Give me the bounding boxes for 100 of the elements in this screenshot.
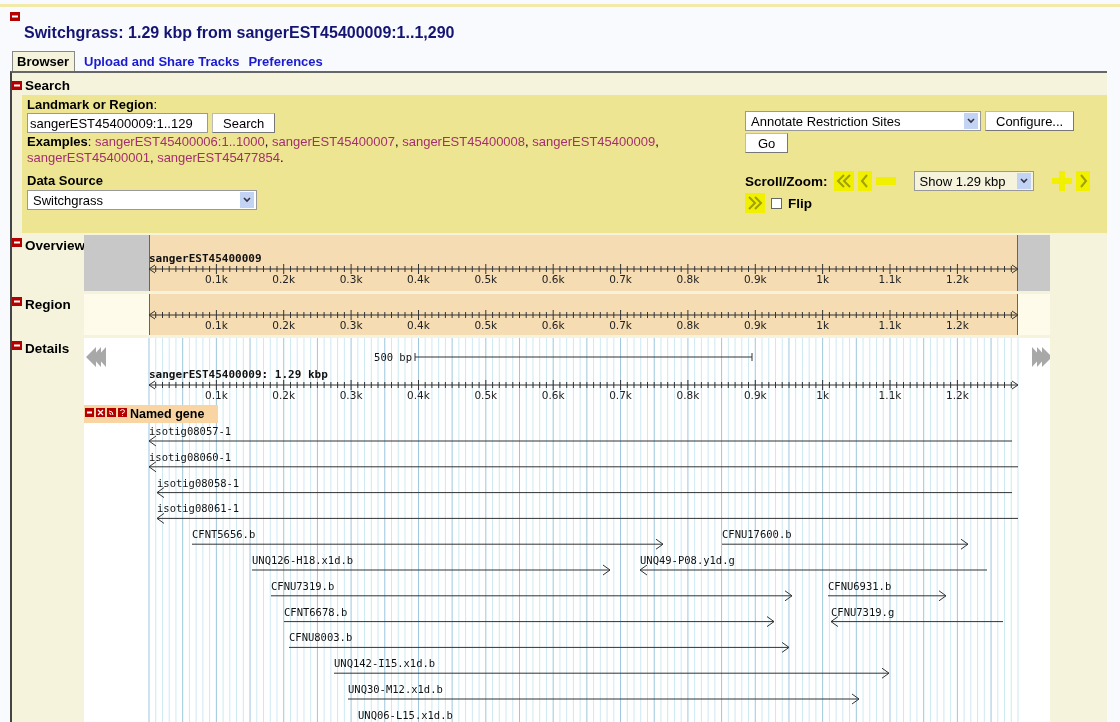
ruler-label: 0.4k (407, 319, 430, 331)
feature-arrow[interactable] (191, 538, 664, 550)
ruler-label: 0.7k (609, 389, 632, 401)
tab[interactable]: Preferences (248, 52, 323, 71)
data-source-dropdown[interactable]: Switchgrass (27, 190, 257, 210)
ruler-label: 0.8k (676, 319, 700, 331)
feature-arrow[interactable] (283, 616, 775, 628)
section-heading: Search (25, 77, 71, 93)
track-title: Named gene (130, 407, 205, 421)
ruler-label: 1.2k (946, 273, 969, 285)
ruler-label: 0.4k (407, 273, 430, 285)
ruler-label: 0.9k (743, 319, 767, 331)
ruler-label: 0.2k (272, 389, 296, 401)
feature-label: isotig08058-1 (157, 476, 240, 489)
plugin-dropdown[interactable]: Annotate Restriction Sites (745, 111, 981, 131)
caret-icon (240, 192, 254, 208)
collapse-icon[interactable] (12, 80, 22, 90)
go-button[interactable]: Go (745, 133, 789, 153)
ruler-label: 1.1k (878, 319, 902, 331)
feature-label: isotig08057-1 (149, 425, 232, 437)
collapse-icon[interactable] (12, 297, 22, 306)
ruler-label: 1k (816, 273, 830, 285)
example-link[interactable]: sangerEST45400001 (27, 150, 150, 165)
feature-arrow[interactable] (148, 461, 1019, 473)
ruler-label: 0.5k (474, 389, 498, 401)
configure-button[interactable]: Configure... (985, 111, 1075, 131)
feature-label: CFNU7319.g (831, 605, 895, 618)
ruler-label: 0.9k (743, 273, 767, 285)
ruler-label: 0.3k (339, 389, 363, 401)
zoom-dropdown[interactable]: Show 1.29 kbp (913, 171, 1034, 191)
ruler-label: 0.7k (609, 319, 632, 331)
feature-label: UNQ06-L15.x1d.b (358, 708, 453, 721)
ruler-label: 1k (816, 389, 830, 401)
ruler-label: 1k (816, 319, 830, 331)
tab[interactable]: Upload and Share Tracks (84, 52, 240, 71)
collapse-icon[interactable] (12, 238, 22, 247)
feature-arrow[interactable] (830, 616, 1004, 628)
feature-arrow[interactable] (721, 538, 969, 550)
examples-label: Examples: (27, 134, 92, 149)
feature-arrow[interactable] (827, 590, 947, 602)
ruler-label: 0.6k (541, 319, 565, 331)
example-link[interactable]: sangerEST45400006:1..1000 (94, 134, 265, 149)
separator: , (149, 150, 154, 165)
example-link[interactable]: sangerEST45400007 (272, 134, 395, 149)
feature-arrow[interactable] (270, 590, 793, 602)
separator: , (394, 134, 399, 149)
help-icon[interactable] (118, 408, 127, 417)
scale-label: 500 bp (374, 351, 412, 363)
ruler-label: 0.1k (204, 389, 228, 401)
feed-icon[interactable] (107, 408, 116, 417)
landmark-field[interactable]: sangerEST45400009:1..129 (27, 113, 208, 133)
ruler-label: 0.5k (474, 273, 498, 285)
scroll-zoom-label: Scroll/Zoom: (745, 173, 828, 189)
search-button[interactable]: Search (212, 113, 276, 133)
ruler-label: 0.1k (204, 273, 228, 285)
feature-label: CFNU7319.b (271, 579, 335, 592)
ruler-label: 0.4k (407, 389, 430, 401)
ruler-label: 0.6k (541, 273, 565, 285)
collapse-icon[interactable] (12, 341, 22, 350)
section-heading: Overview (25, 238, 86, 253)
page-title: Switchgrass: 1.29 kbp from sangerEST45400009:1..1,290 (24, 24, 456, 42)
caret-icon (964, 113, 978, 129)
ruler-label: 0.2k (272, 273, 296, 285)
collapse-icon[interactable] (85, 408, 94, 417)
ruler-label: 0.9k (743, 389, 767, 401)
flip-checkbox[interactable] (771, 197, 782, 209)
feature-label: CFNU6931.b (828, 579, 892, 592)
feature-arrow[interactable] (288, 641, 790, 653)
ruler-label: 0.8k (676, 389, 700, 401)
feature-label: UNQ49-P08.y1d.g (640, 554, 735, 566)
ruler-label: 1.1k (878, 389, 902, 401)
collapse-icon[interactable] (10, 12, 20, 21)
tab[interactable]: Browser (12, 51, 76, 71)
ruler-label: 0.1k (204, 319, 228, 331)
ruler-label: 0.3k (339, 319, 363, 331)
ruler-label: 0.5k (474, 319, 498, 331)
feature-label: UNQ30-M12.x1d.b (348, 683, 443, 695)
feature-label: isotig08061-1 (157, 502, 240, 515)
separator: , (525, 134, 529, 149)
separator: , (264, 134, 269, 149)
section-heading: Details (25, 341, 70, 356)
feature-label: UNQ142-I15.x1d.b (334, 657, 436, 670)
feature-arrow[interactable] (333, 667, 890, 679)
feature-label: CFNT5656.b (192, 528, 256, 541)
feature-label: CFNU8003.b (289, 631, 353, 644)
field-label: Landmark or Region: (27, 97, 159, 112)
feature-label: isotig08060-1 (149, 450, 232, 463)
separator: , (655, 134, 659, 149)
feature-arrow[interactable] (156, 512, 1019, 524)
example-link[interactable]: sangerEST45477854 (157, 150, 280, 165)
field-label: Data Source (27, 173, 104, 188)
caret-icon (1016, 173, 1031, 189)
close-icon[interactable] (96, 408, 105, 417)
ruler-label: 0.8k (676, 273, 700, 285)
feature-label: UNQ126-H18.x1d.b (252, 554, 354, 566)
segment-label: sangerEST45400009: 1.29 kbp (149, 368, 328, 381)
ruler-label: 0.6k (541, 389, 565, 401)
ruler-label: 1.2k (946, 319, 969, 331)
feature-label: CFNU17600.b (722, 528, 792, 541)
feature-arrow[interactable] (156, 487, 1013, 499)
